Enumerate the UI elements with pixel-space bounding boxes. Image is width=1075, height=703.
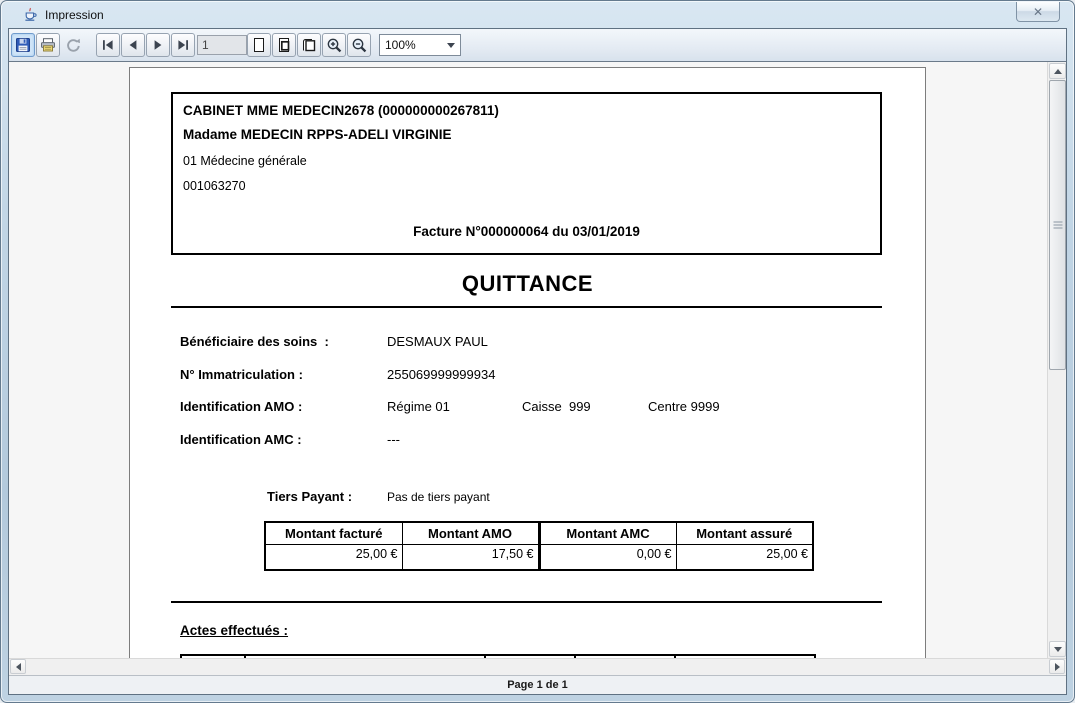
combo-arrow-zone [442,35,460,55]
beneficiary-value: DESMAUX PAUL [387,334,488,349]
horizontal-scrollbar[interactable] [9,658,1066,675]
page-number-input[interactable] [197,35,247,55]
practice-header-box: CABINET MME MEDECIN2678 (000000000267811… [171,92,882,255]
fit-width-button[interactable] [297,33,321,57]
zoom-level-value: 100% [380,38,442,52]
fit-page-button[interactable] [272,33,296,57]
scroll-down-button[interactable] [1049,641,1066,657]
amo-regime: Régime 01 [387,399,450,414]
next-page-button[interactable] [146,33,170,57]
actual-size-button[interactable] [247,33,271,57]
arrow-left-icon [16,663,21,671]
print-button[interactable] [36,33,60,57]
fit-page-icon [276,37,292,53]
zoom-in-icon [326,37,343,54]
first-page-icon [100,37,116,53]
single-page-icon [251,37,267,53]
first-page-button[interactable] [96,33,120,57]
vertical-scrollbar[interactable] [1047,62,1066,658]
amounts-header: Montant assuré [676,522,813,544]
close-icon: ✕ [1033,6,1043,18]
screen: Impression ✕ [0,0,1075,703]
acts-section-title: Actes effectués : [180,623,288,638]
amounts-header: Montant facturé [265,522,402,544]
window-title: Impression [45,8,104,22]
specialty: 01 Médecine générale [183,154,307,168]
client-area: 100% CABINET MME MEDECIN2678 (0000000002… [8,28,1067,695]
practice-name: CABINET MME MEDECIN2678 (000000000267811… [183,103,499,118]
practitioner-name: Madame MEDECIN RPPS-ADELI VIRGINIE [183,127,452,142]
java-app-icon [22,7,38,23]
fit-width-icon [301,37,317,53]
tiers-payant-value: Pas de tiers payant [387,490,490,504]
save-button[interactable] [11,33,35,57]
refresh-button[interactable] [61,33,85,57]
amounts-header-row: Montant facturé Montant AMO Montant AMC … [265,522,813,544]
beneficiary-label: Bénéficiaire des soins : [180,334,329,349]
document-title: QUITTANCE [130,271,925,297]
amounts-value: 17,50 € [402,544,539,570]
arrow-up-icon [1054,69,1062,74]
scroll-left-button[interactable] [10,659,26,674]
status-bar: Page 1 de 1 [9,675,1066,694]
last-page-button[interactable] [171,33,195,57]
page-status: Page 1 de 1 [507,679,568,691]
document-page: CABINET MME MEDECIN2678 (000000000267811… [129,67,926,658]
amounts-header: Montant AMC [539,522,676,544]
scroll-up-button[interactable] [1049,63,1066,79]
zoom-level-select[interactable]: 100% [379,34,461,56]
amounts-value: 0,00 € [539,544,676,570]
chevron-down-icon [447,43,455,48]
save-icon [15,37,31,53]
vertical-scroll-thumb[interactable] [1049,80,1066,370]
preview-viewport: CABINET MME MEDECIN2678 (000000000267811… [9,62,1047,658]
practice-number: 001063270 [183,179,246,193]
divider [171,601,882,603]
last-page-icon [175,37,191,53]
arrow-right-icon [1055,663,1060,671]
amounts-value: 25,00 € [676,544,813,570]
next-page-icon [150,37,166,53]
immatriculation-value: 255069999999934 [387,367,495,382]
zoom-out-icon [351,37,368,54]
titlebar[interactable]: Impression ✕ [2,1,1073,28]
previous-page-icon [125,37,141,53]
close-button[interactable]: ✕ [1016,2,1060,22]
amo-caisse: Caisse 999 [522,399,591,414]
refresh-icon [65,37,82,54]
preview-area: CABINET MME MEDECIN2678 (000000000267811… [9,62,1066,658]
amounts-value: 25,00 € [265,544,402,570]
thumb-grip-icon [1053,222,1062,229]
divider [171,306,882,308]
zoom-out-button[interactable] [347,33,371,57]
tiers-payant-label: Tiers Payant : [267,489,352,504]
previous-page-button[interactable] [121,33,145,57]
amounts-header: Montant AMO [402,522,539,544]
amc-value: --- [387,432,400,447]
print-preview-window: Impression ✕ [0,0,1075,703]
arrow-down-icon [1054,647,1062,652]
zoom-in-button[interactable] [322,33,346,57]
immatriculation-label: N° Immatriculation : [180,367,303,382]
invoice-line: Facture N°000000064 du 03/01/2019 [173,224,880,239]
amo-label: Identification AMO : [180,399,302,414]
amounts-value-row: 25,00 € 17,50 € 0,00 € 25,00 € [265,544,813,570]
amc-label: Identification AMC : [180,432,302,447]
toolbar: 100% [9,29,1066,62]
printer-icon [40,37,56,53]
scroll-right-button[interactable] [1049,659,1065,674]
amounts-table: Montant facturé Montant AMO Montant AMC … [264,521,814,571]
amo-centre: Centre 9999 [648,399,720,414]
